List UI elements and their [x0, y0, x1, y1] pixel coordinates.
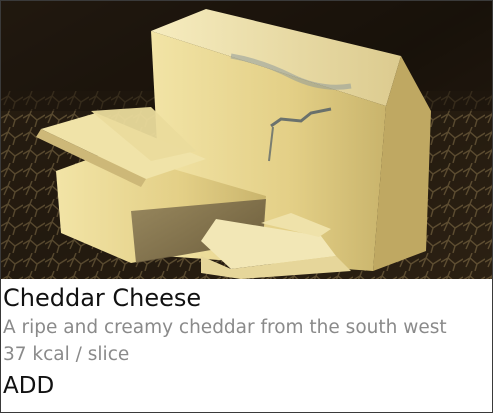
product-details: Cheddar Cheese A ripe and creamy cheddar… — [1, 279, 492, 412]
add-button[interactable]: ADD — [3, 371, 54, 401]
cheese-photo — [1, 1, 492, 279]
product-card: Cheddar Cheese A ripe and creamy cheddar… — [0, 0, 493, 413]
product-title: Cheddar Cheese — [3, 284, 202, 312]
product-nutrition: 37 kcal / slice — [3, 344, 130, 365]
product-description: A ripe and creamy cheddar from the south… — [3, 317, 447, 338]
